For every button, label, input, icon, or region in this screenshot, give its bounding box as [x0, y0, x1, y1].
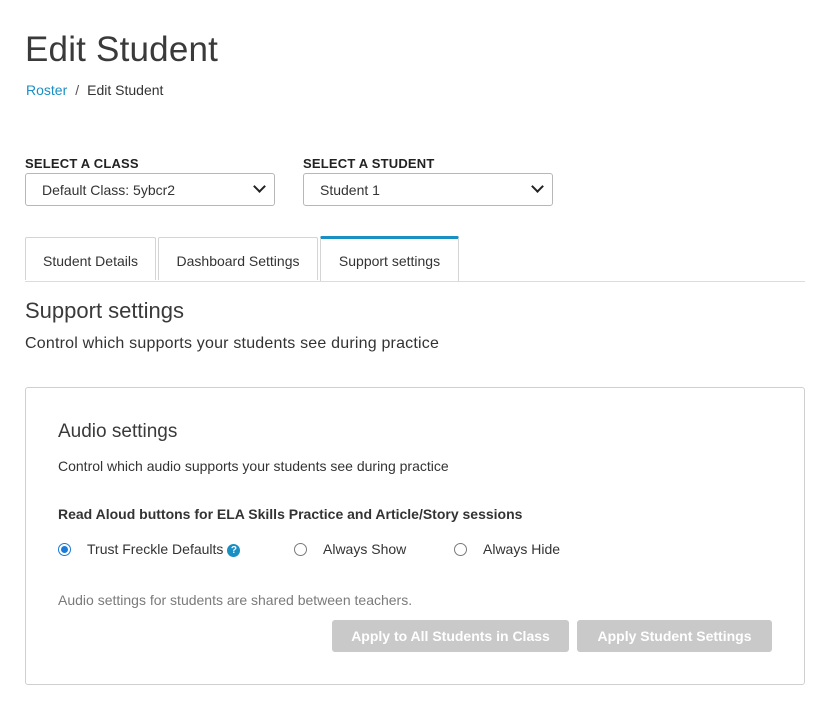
tab-support-settings[interactable]: Support settings — [320, 236, 459, 281]
radio-checked-icon — [58, 543, 71, 556]
student-select-group: SELECT A STUDENT Student 1 — [303, 156, 553, 206]
chevron-down-icon — [253, 180, 266, 193]
class-select[interactable]: Default Class: 5ybcr2 — [25, 173, 275, 206]
radio-unchecked-icon — [454, 543, 467, 556]
student-select-label: SELECT A STUDENT — [303, 156, 435, 171]
audio-shared-note: Audio settings for students are shared b… — [58, 592, 413, 608]
page-title: Edit Student — [25, 30, 219, 69]
radio-label-trust-freckle-defaults: Trust Freckle Defaults — [87, 541, 224, 557]
class-select-value: Default Class: 5ybcr2 — [42, 182, 176, 198]
student-select-value: Student 1 — [320, 182, 380, 198]
breadcrumb-current: Edit Student — [87, 82, 164, 98]
read-aloud-question: Read Aloud buttons for ELA Skills Practi… — [58, 506, 523, 522]
audio-settings-title: Audio settings — [58, 421, 178, 442]
section-title: Support settings — [25, 298, 184, 323]
tab-dashboard-settings[interactable]: Dashboard Settings — [158, 237, 318, 280]
audio-settings-subtitle: Control which audio supports your studen… — [58, 458, 449, 474]
student-select[interactable]: Student 1 — [303, 173, 553, 206]
section-subtitle: Control which supports your students see… — [25, 335, 440, 352]
audio-settings-card: Audio settings Control which audio suppo… — [25, 387, 805, 685]
breadcrumb-separator: / — [75, 82, 80, 98]
tab-student-details[interactable]: Student Details — [25, 237, 156, 280]
radio-label-always-show: Always Show — [323, 541, 407, 557]
class-select-label: SELECT A CLASS — [25, 156, 139, 171]
radio-unchecked-icon — [294, 543, 307, 556]
help-question-icon[interactable]: ? — [227, 544, 241, 557]
breadcrumb-roster-link[interactable]: Roster — [26, 82, 67, 98]
chevron-down-icon — [531, 180, 544, 193]
radio-label-always-hide: Always Hide — [483, 541, 561, 557]
tab-bar: Student Details Dashboard Settings Suppo… — [25, 236, 805, 282]
breadcrumb: Roster / Edit Student — [26, 82, 163, 98]
class-select-group: SELECT A CLASS Default Class: 5ybcr2 — [25, 156, 275, 206]
apply-student-settings-button[interactable]: Apply Student Settings — [577, 620, 772, 652]
apply-all-students-button[interactable]: Apply to All Students in Class — [332, 620, 569, 652]
